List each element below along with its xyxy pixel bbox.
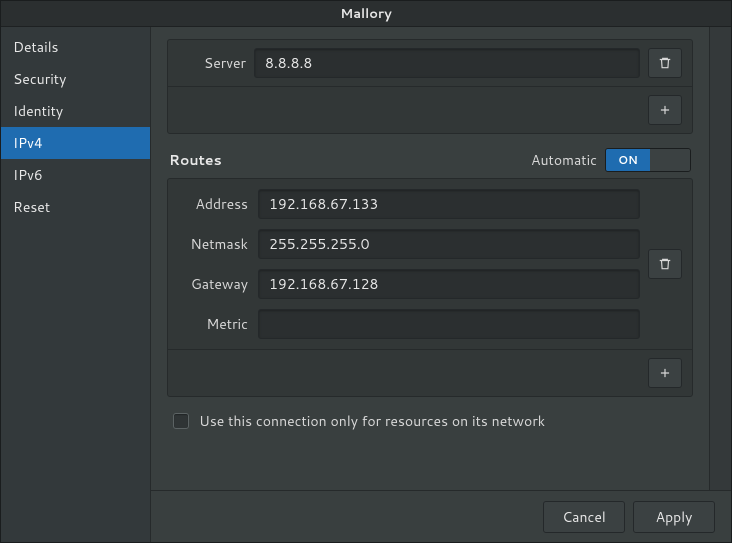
routes-panel: Address Netmask Gateway: [167, 178, 693, 397]
trash-icon: [658, 257, 672, 271]
route-metric-row: Metric: [178, 309, 640, 339]
routes-automatic-group: Automatic ON: [531, 148, 691, 172]
plus-icon: [658, 103, 672, 117]
route-fields: Address Netmask Gateway: [178, 189, 640, 339]
dns-server-delete-button[interactable]: [648, 48, 682, 78]
window-title: Mallory: [1, 1, 731, 27]
dialog-body: Details Security Identity IPv4 IPv6 Rese…: [1, 27, 731, 542]
route-address-input[interactable]: [258, 189, 640, 219]
route-address-label: Address: [178, 194, 248, 214]
route-metric-input[interactable]: [258, 309, 640, 339]
dns-server-label: Server: [178, 53, 246, 73]
sidebar-item-details[interactable]: Details: [1, 31, 150, 63]
route-netmask-label: Netmask: [178, 234, 248, 254]
dns-server-row: Server: [168, 40, 692, 86]
route-entry: Address Netmask Gateway: [168, 179, 692, 349]
sidebar-item-reset[interactable]: Reset: [1, 191, 150, 223]
apply-button[interactable]: Apply: [633, 501, 715, 533]
toggle-knob: [650, 149, 690, 171]
main-content: Server: [151, 27, 709, 490]
main-pane: Server: [151, 27, 731, 542]
sidebar: Details Security Identity IPv4 IPv6 Rese…: [1, 27, 151, 542]
only-local-label: Use this connection only for resources o…: [199, 411, 545, 431]
routes-automatic-toggle[interactable]: ON: [605, 148, 691, 172]
toggle-on-label: ON: [606, 149, 650, 171]
sidebar-item-identity[interactable]: Identity: [1, 95, 150, 127]
route-address-row: Address: [178, 189, 640, 219]
route-netmask-input[interactable]: [258, 229, 640, 259]
sidebar-item-ipv4[interactable]: IPv4: [1, 127, 150, 159]
only-local-row: Use this connection only for resources o…: [167, 407, 693, 431]
scrollbar[interactable]: [709, 27, 731, 490]
routes-title: Routes: [169, 150, 222, 170]
route-gateway-label: Gateway: [178, 274, 248, 294]
trash-icon: [658, 56, 672, 70]
dns-add-button[interactable]: [648, 95, 682, 125]
sidebar-item-ipv6[interactable]: IPv6: [1, 159, 150, 191]
plus-icon: [658, 366, 672, 380]
route-metric-label: Metric: [178, 314, 248, 334]
route-delete-column: [648, 189, 682, 339]
dns-add-row: [168, 86, 692, 133]
route-gateway-row: Gateway: [178, 269, 640, 299]
sidebar-item-security[interactable]: Security: [1, 63, 150, 95]
routes-header: Routes Automatic ON: [167, 144, 693, 178]
settings-dialog: Mallory Details Security Identity IPv4 I…: [0, 0, 732, 543]
routes-automatic-label: Automatic: [531, 150, 597, 170]
dialog-footer: Cancel Apply: [151, 490, 731, 542]
only-local-checkbox[interactable]: [173, 413, 189, 429]
route-add-button[interactable]: [648, 358, 682, 388]
route-delete-button[interactable]: [648, 249, 682, 279]
dns-server-input[interactable]: [254, 48, 640, 78]
route-add-row: [168, 349, 692, 396]
cancel-button[interactable]: Cancel: [543, 501, 625, 533]
route-gateway-input[interactable]: [258, 269, 640, 299]
route-netmask-row: Netmask: [178, 229, 640, 259]
dns-panel: Server: [167, 39, 693, 134]
